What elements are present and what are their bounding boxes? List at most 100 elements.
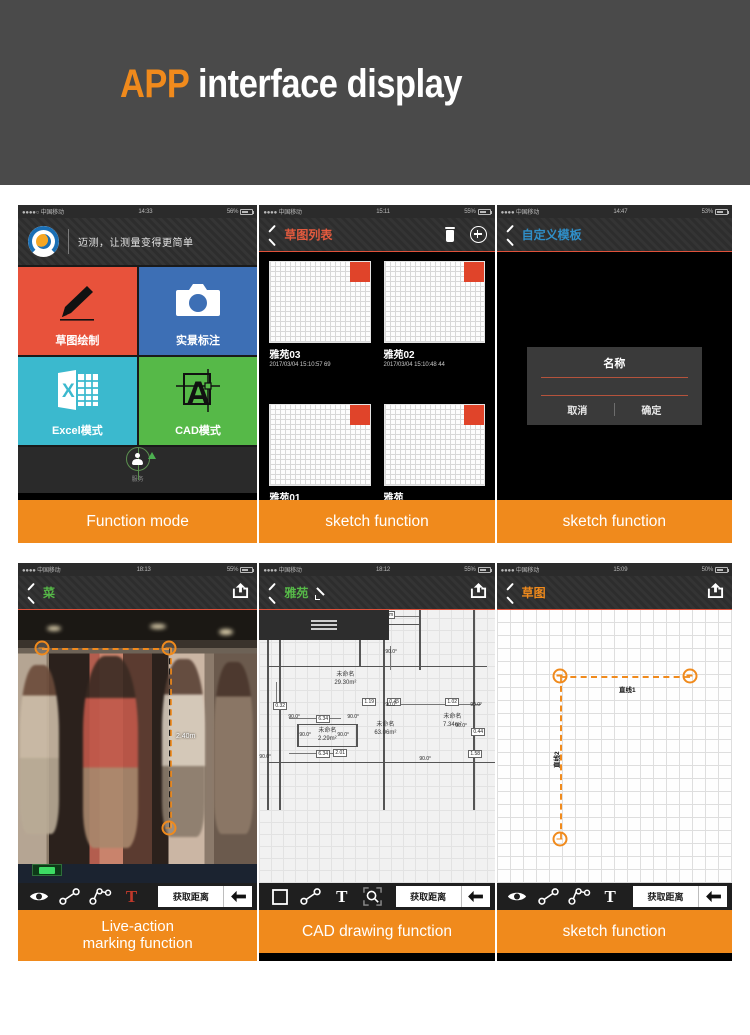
polyline-icon[interactable] — [85, 888, 116, 905]
text-t-icon[interactable]: T — [326, 888, 357, 905]
thumbnail-corner-badge — [349, 262, 370, 282]
room-name: 未命名 — [318, 728, 337, 734]
angle-label: 90.0° — [299, 732, 312, 738]
angle-label: 90.0° — [259, 754, 272, 760]
phone-screen-function-mode: ●●●●○ 中国移动 14:33 56% 迈测，让测量变得更简单 草图绘制 实景… — [18, 205, 258, 500]
nav-actions — [707, 582, 724, 604]
status-right: 56% — [227, 208, 255, 215]
share-icon[interactable] — [707, 582, 724, 604]
back-chevron-icon[interactable] — [267, 584, 278, 601]
nav-bar: 菜 — [18, 576, 258, 610]
measure-handle[interactable] — [161, 820, 177, 836]
room-area: 29.30m² — [334, 679, 357, 686]
back-arrow-icon[interactable] — [224, 886, 253, 907]
tile-excel-mode[interactable]: X Excel模式 — [18, 357, 137, 445]
line-segment-icon[interactable] — [533, 888, 564, 905]
confirm-button[interactable]: 确定 — [615, 396, 688, 425]
status-right: 55% — [226, 566, 255, 573]
back-chevron-icon[interactable] — [505, 226, 516, 243]
polyline-icon[interactable] — [564, 888, 595, 905]
line-segment-icon[interactable] — [295, 888, 326, 905]
sketch-line-horizontal[interactable] — [560, 675, 690, 678]
measure-handle[interactable] — [34, 640, 50, 656]
status-carrier: ●●●●○ 中国移动 — [22, 210, 64, 216]
tile-live-marking[interactable]: 实景标注 — [138, 267, 258, 355]
get-distance-button[interactable]: 获取距离 — [158, 886, 225, 907]
sketch-handle[interactable] — [552, 668, 568, 684]
tile-label: CAD模式 — [175, 425, 221, 437]
sketch-canvas[interactable]: 直线1 直线2 — [496, 610, 733, 883]
list-item[interactable]: 雅苑02 2017/03/04 15:10:48 44 — [383, 261, 485, 395]
wall — [267, 666, 488, 668]
tile-cad-mode[interactable]: A CAD模式 — [138, 357, 258, 445]
sketch-handle[interactable] — [682, 668, 698, 684]
measure-length-label: 2.40m — [175, 732, 196, 740]
exit-sign — [32, 864, 63, 877]
poster-figure — [82, 656, 138, 848]
share-icon[interactable] — [232, 582, 249, 604]
tile-label: 实景标注 — [175, 335, 220, 347]
screenshot-grid: ●●●●○ 中国移动 14:33 56% 迈测，让测量变得更简单 草图绘制 实景… — [0, 185, 750, 999]
wall — [279, 610, 281, 810]
plus-circle-icon[interactable] — [469, 226, 487, 243]
battery-icon — [477, 208, 492, 215]
status-right: 55% — [464, 208, 492, 215]
get-distance-button[interactable]: 获取距离 — [633, 886, 700, 907]
cad-toolbar: T 获取距离 — [259, 883, 495, 910]
camera-photo-canvas[interactable]: 2.40m — [18, 610, 258, 883]
eye-icon[interactable] — [502, 890, 533, 903]
photo-ceiling — [18, 610, 258, 641]
measure-handle[interactable] — [161, 640, 177, 656]
card-sketch-list: ●●●● 中国移动 15:11 55% 草图列表 雅苑03 2017/03/04… — [259, 205, 495, 543]
phone-screen-live-marking: ●●●● 中国移动 18:13 55% 菜 2.40m T 获取距离 — [18, 563, 258, 910]
get-distance-button[interactable]: 获取距离 — [395, 886, 462, 907]
drawer-handle-panel[interactable] — [259, 610, 389, 640]
back-arrow-icon[interactable] — [461, 886, 490, 907]
nav-title: 菜 — [43, 586, 56, 600]
name-dialog: 名称 取消 确定 — [526, 346, 702, 425]
angle-label: 90.0° — [385, 702, 398, 708]
back-chevron-icon[interactable] — [505, 584, 516, 601]
dimension-label: 6.34 — [316, 750, 331, 758]
list-item[interactable]: 雅苑01 2017/03/04 15:10:15 39 — [269, 404, 371, 500]
tile-sketch-draw[interactable]: 草图绘制 — [18, 267, 137, 355]
sketch-thumbnail — [383, 261, 485, 343]
scan-search-icon[interactable] — [357, 887, 388, 906]
service-entry[interactable]: 服务 — [18, 447, 258, 493]
service-person-icon — [125, 447, 156, 471]
battery-icon — [715, 566, 730, 573]
status-carrier: ●●●● 中国移动 — [22, 568, 61, 574]
status-battery-text: 53% — [701, 208, 714, 215]
sketch-date: 2017/03/04 15:10:57 69 — [269, 362, 331, 368]
text-t-icon[interactable]: T — [595, 888, 626, 905]
cad-a-icon: A — [139, 369, 258, 413]
line-segment-icon[interactable] — [54, 888, 85, 905]
wall — [267, 610, 269, 810]
text-t-icon[interactable]: T — [116, 888, 147, 905]
sketch-handle[interactable] — [552, 831, 568, 847]
square-icon[interactable] — [264, 888, 295, 905]
back-chevron-icon[interactable] — [267, 226, 278, 243]
card-live-action-marking: ●●●● 中国移动 18:13 55% 菜 2.40m T 获取距离 Live-… — [18, 563, 258, 961]
eye-icon[interactable] — [23, 890, 54, 903]
list-item[interactable]: 雅苑03 2017/03/04 15:10:57 69 — [269, 261, 371, 395]
list-item[interactable]: 雅苑 2017/03/04 15:09:46 13 — [383, 404, 485, 500]
status-battery-text: 55% — [226, 566, 239, 573]
trash-icon[interactable] — [444, 227, 456, 242]
camera-icon — [139, 279, 258, 319]
nav-title: 雅苑 — [284, 586, 309, 600]
back-arrow-icon[interactable] — [699, 886, 728, 907]
card-custom-template: ●●●● 中国移动 14:47 53% 自定义模板 名称 取消 确定 sketc… — [496, 205, 733, 543]
name-input[interactable] — [540, 376, 688, 396]
share-icon[interactable] — [470, 582, 487, 604]
pencil-icon[interactable] — [314, 586, 328, 600]
app-logo-icon — [28, 226, 59, 257]
screenshot-row-top: ●●●●○ 中国移动 14:33 56% 迈测，让测量变得更简单 草图绘制 实景… — [18, 205, 733, 543]
back-chevron-icon[interactable] — [26, 584, 37, 601]
status-time: 14:47 — [613, 208, 628, 215]
cad-canvas[interactable]: 未命名 29.30m² 未命名 7.34m² 未命名 2.29m² 未命名 63.06m… — [259, 610, 495, 883]
page-title-rest: interface display — [188, 62, 463, 106]
angle-label: 90.0° — [455, 723, 468, 729]
cancel-button[interactable]: 取消 — [541, 396, 614, 425]
angle-label: 90.0° — [347, 714, 360, 720]
